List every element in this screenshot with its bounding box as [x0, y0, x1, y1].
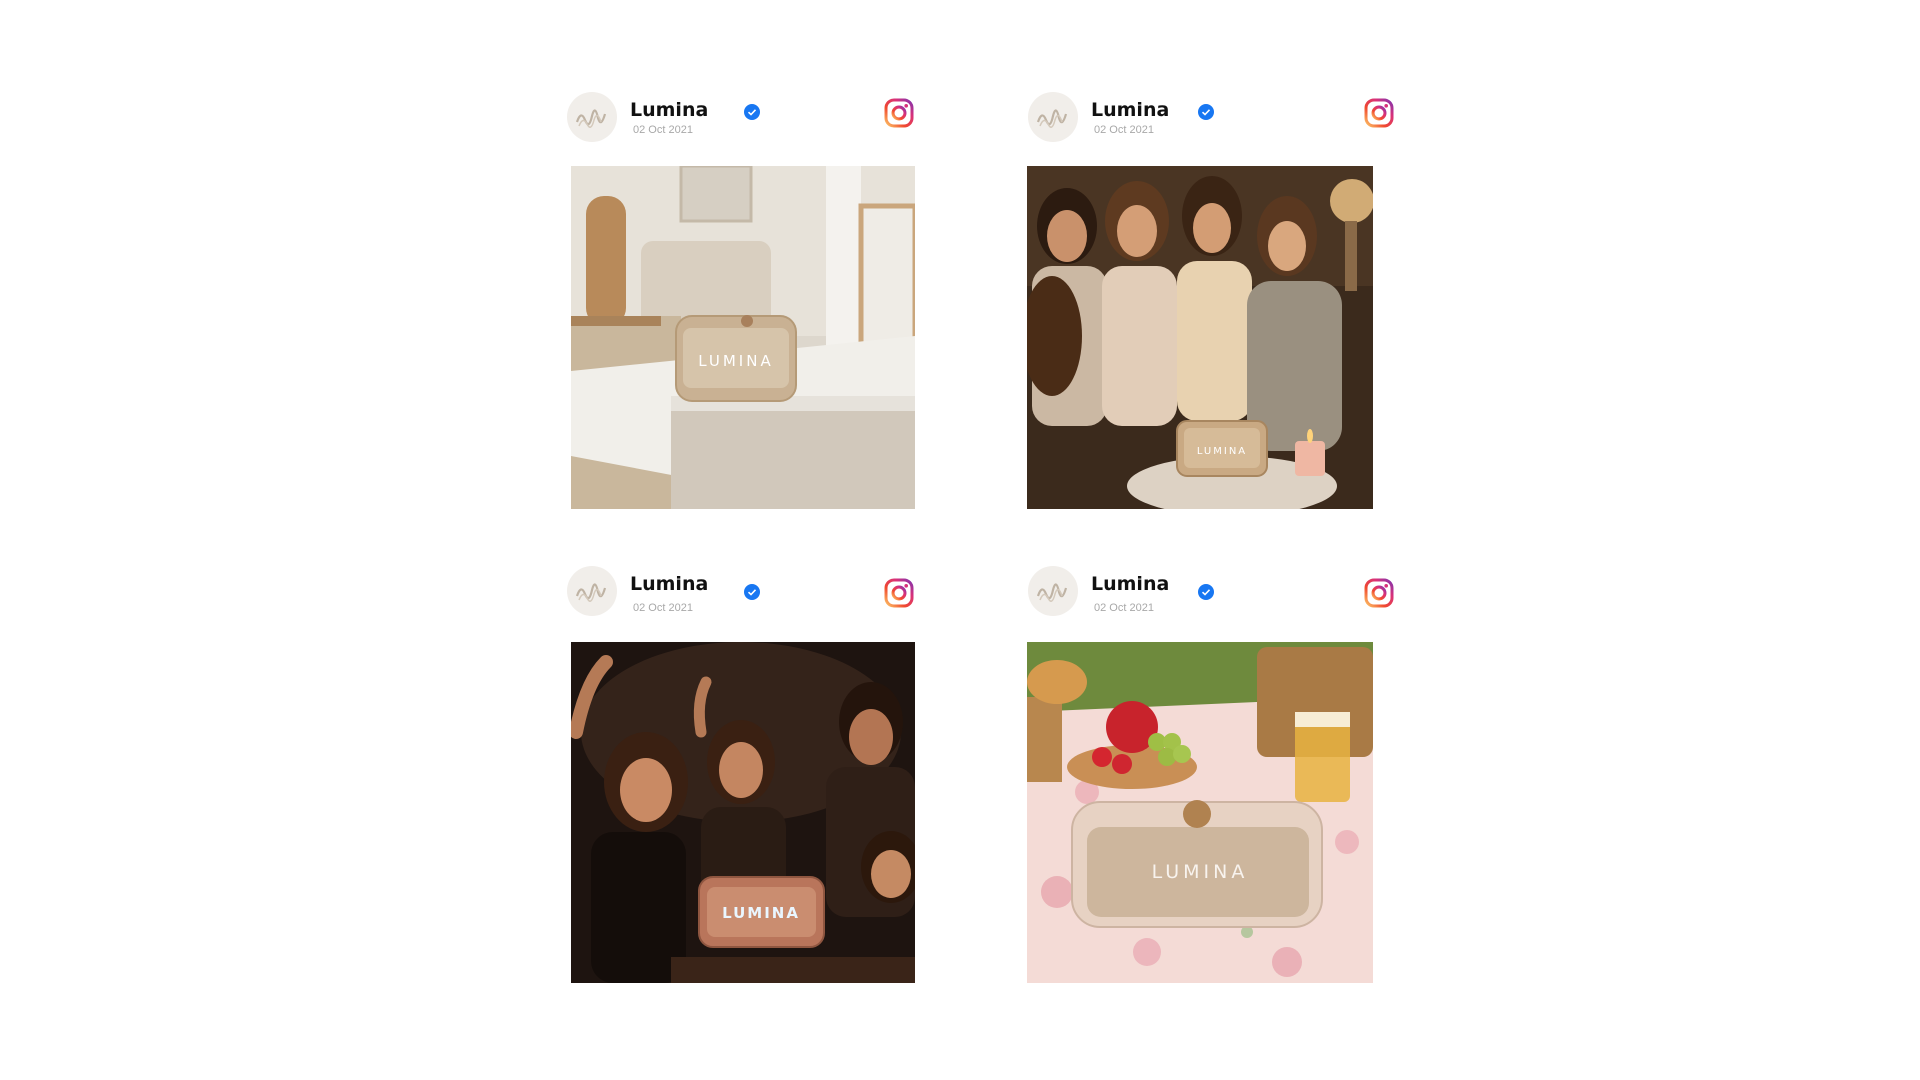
brand-logo-icon — [1036, 109, 1068, 128]
account-name[interactable]: Lumina — [630, 573, 708, 595]
account-name[interactable]: Lumina — [630, 99, 708, 121]
instagram-icon[interactable] — [884, 98, 914, 128]
avatar[interactable] — [567, 92, 617, 142]
account-name[interactable]: Lumina — [1091, 99, 1169, 121]
post-image-living-room[interactable]: LUMINA — [571, 166, 915, 509]
brand-logo-icon — [575, 109, 607, 128]
instagram-icon[interactable] — [1364, 578, 1394, 608]
post-date: 02 Oct 2021 — [633, 124, 693, 136]
post-header: Lumina 02 Oct 2021 — [562, 80, 922, 146]
brand-logo-icon — [1036, 583, 1068, 602]
post-date: 02 Oct 2021 — [1094, 124, 1154, 136]
post-card[interactable]: Lumina 02 Oct 2021 LUMINA — [1023, 554, 1394, 983]
post-card[interactable]: Lumina 02 Oct 2021 LUMINA — [562, 554, 922, 983]
post-header: Lumina 02 Oct 2021 — [1023, 80, 1394, 146]
post-header: Lumina 02 Oct 2021 — [1023, 554, 1394, 620]
verified-badge-icon — [1198, 104, 1214, 120]
verified-badge-icon — [1198, 584, 1214, 600]
speaker-logo-text: LUMINA — [722, 904, 800, 922]
post-image-party[interactable]: LUMINA — [571, 642, 915, 983]
post-image-picnic[interactable]: LUMINA — [1027, 642, 1373, 983]
instagram-icon[interactable] — [884, 578, 914, 608]
speaker-logo-text: LUMINA — [1197, 446, 1247, 457]
brand-logo-icon — [575, 583, 607, 602]
instagram-icon[interactable] — [1364, 98, 1394, 128]
post-card[interactable]: Lumina 02 Oct 2021 LUMINA — [562, 80, 922, 509]
post-date: 02 Oct 2021 — [1094, 602, 1154, 614]
post-image-friends-evening[interactable]: LUMINA — [1027, 166, 1373, 509]
avatar[interactable] — [1028, 92, 1078, 142]
speaker-logo-text: LUMINA — [1152, 861, 1249, 883]
account-name[interactable]: Lumina — [1091, 573, 1169, 595]
verified-badge-icon — [744, 104, 760, 120]
post-header: Lumina 02 Oct 2021 — [562, 554, 922, 620]
avatar[interactable] — [567, 566, 617, 616]
post-date: 02 Oct 2021 — [633, 602, 693, 614]
post-card[interactable]: Lumina 02 Oct 2021 LUMINA — [1023, 80, 1394, 509]
avatar[interactable] — [1028, 566, 1078, 616]
verified-badge-icon — [744, 584, 760, 600]
speaker-logo-text: LUMINA — [698, 352, 773, 370]
